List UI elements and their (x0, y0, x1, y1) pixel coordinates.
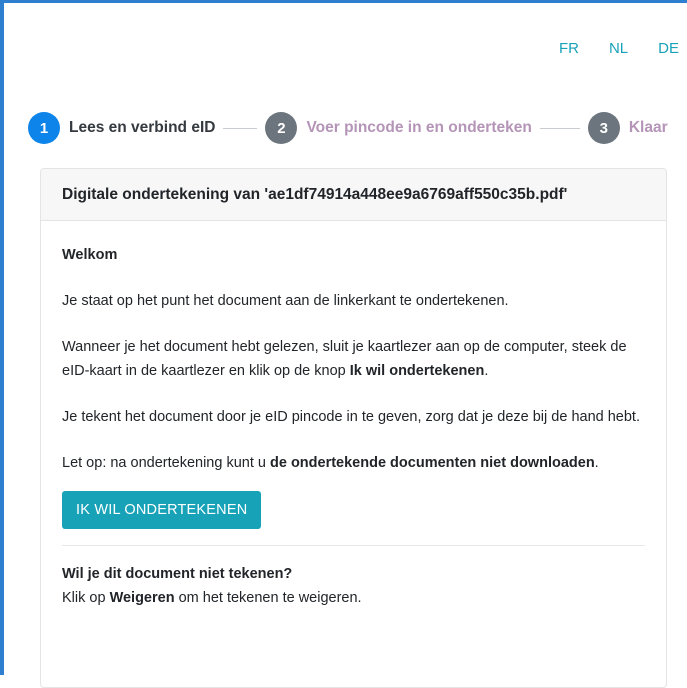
step-2-label: Voer pincode in en onderteken (306, 119, 532, 136)
step-2-number: 2 (265, 112, 298, 144)
warning-paragraph: Let op: na ondertekening kunt u de onder… (62, 451, 645, 475)
step-1-number: 1 (28, 112, 60, 144)
language-switcher: FR NL DE (529, 40, 679, 57)
refuse-bold: Weigeren (109, 590, 175, 606)
step-3: 3 Klaar (587, 112, 668, 144)
warning-text: Let op: na ondertekening kunt u (62, 455, 270, 471)
sign-button[interactable]: IK WIL ONDERTEKENEN (62, 491, 262, 529)
step-connector (223, 127, 258, 129)
step-3-label: Klaar (628, 119, 668, 136)
refuse-pre: Klik op (62, 590, 110, 606)
intro-paragraph: Je staat op het punt het document aan de… (62, 293, 509, 309)
progress-stepper: 1 Lees en verbind eID 2 Voer pincode in … (28, 112, 687, 144)
instructions-paragraph: Wanneer je het document hebt gelezen, sl… (62, 335, 645, 383)
refuse-paragraph: Klik op Weigeren om het tekenen te weige… (62, 586, 645, 610)
step-2: 2 Voer pincode in en onderteken (265, 112, 532, 144)
lang-de-link[interactable]: DE (658, 40, 679, 57)
refuse-post: om het tekenen te weigeren. (174, 590, 362, 606)
refuse-heading: Wil je dit document niet tekenen? (62, 566, 293, 582)
instructions-button-ref: Ik wil ondertekenen (349, 363, 485, 379)
instructions-end: . (484, 363, 489, 379)
step-3-number: 3 (587, 112, 620, 144)
lang-fr-link[interactable]: FR (559, 40, 579, 57)
step-connector (539, 127, 580, 129)
divider (62, 545, 645, 546)
signing-card: Digitale ondertekening van 'ae1df74914a4… (40, 168, 667, 688)
warning-end: . (594, 455, 599, 471)
pincode-paragraph: Je tekent het document door je eID pinco… (62, 409, 640, 425)
step-1: 1 Lees en verbind eID (28, 112, 215, 144)
warning-bold: de ondertekende documenten niet download… (270, 455, 595, 471)
lang-nl-link[interactable]: NL (609, 40, 628, 57)
card-title: Digitale ondertekening van 'ae1df74914a4… (41, 169, 666, 221)
instructions-text: Wanneer je het document hebt gelezen, sl… (62, 339, 627, 379)
card-body: Welkom Je staat op het punt het document… (41, 221, 666, 610)
step-1-label: Lees en verbind eID (69, 119, 216, 136)
welcome-heading: Welkom (62, 247, 118, 263)
